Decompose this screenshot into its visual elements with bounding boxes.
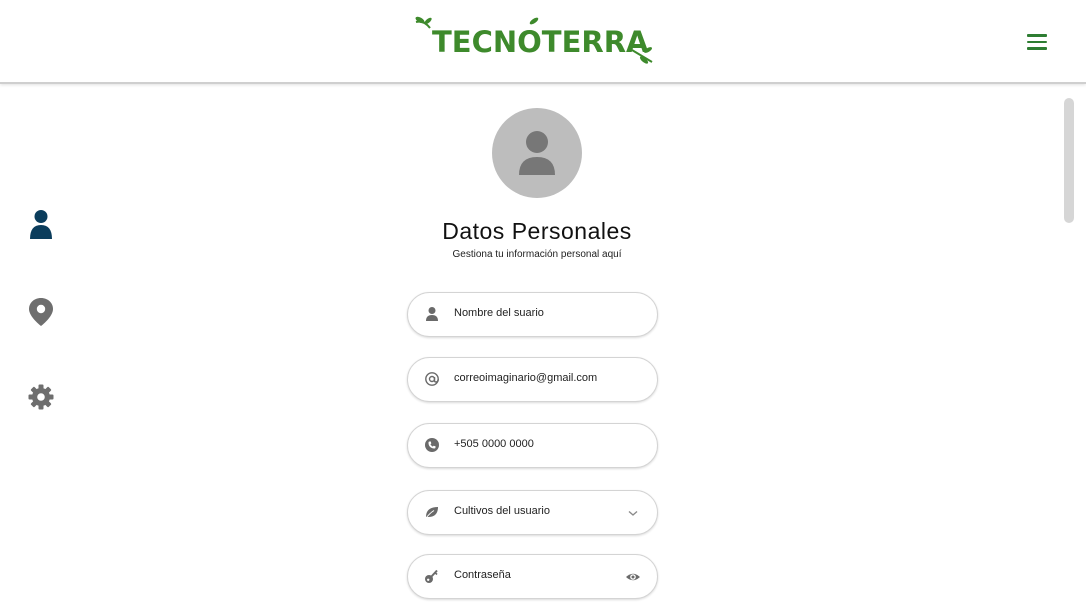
email-field[interactable]: correoimaginario@gmail.com [407,357,658,402]
hamburger-menu-icon [1027,34,1047,37]
page-subtitle: Gestiona tu información personal aquí [452,249,622,260]
password-value: Contraseña [454,569,511,581]
phone-value: +505 0000 0000 [454,438,534,450]
chevron-down-icon[interactable] [625,505,641,521]
user-avatar-icon [519,131,555,175]
password-field[interactable]: Contraseña [407,554,658,599]
user-icon [426,307,438,321]
eye-icon[interactable] [625,569,641,585]
top-header: TECNOTERRA [0,0,1086,84]
username-field[interactable]: Nombre del suario [407,292,658,337]
crops-select[interactable]: Cultivos del usuario [407,490,658,535]
email-value: correoimaginario@gmail.com [454,372,598,384]
scrollbar-thumb[interactable] [1064,98,1074,223]
user-icon [30,210,52,239]
key-icon [425,569,438,583]
sidebar-item-profile[interactable] [29,209,53,239]
gear-icon [28,384,54,410]
username-value: Nombre del suario [454,307,544,319]
tecnoterra-logo[interactable]: TECNOTERRA [414,14,654,66]
phone-icon [425,438,439,452]
at-icon [425,372,439,386]
crops-value: Cultivos del usuario [454,505,550,517]
hamburger-menu-button[interactable] [1027,34,1047,50]
brand-name: TECNOTERRA [432,25,649,59]
page-title: Datos Personales [442,218,632,244]
sidebar-item-settings[interactable] [28,384,54,410]
phone-field[interactable]: +505 0000 0000 [407,423,658,468]
map-pin-icon [29,298,53,326]
hamburger-line [1027,47,1047,50]
sidebar-item-location[interactable] [29,297,53,327]
avatar[interactable] [492,108,582,198]
leaf-icon [425,507,438,519]
hamburger-line [1027,40,1047,44]
